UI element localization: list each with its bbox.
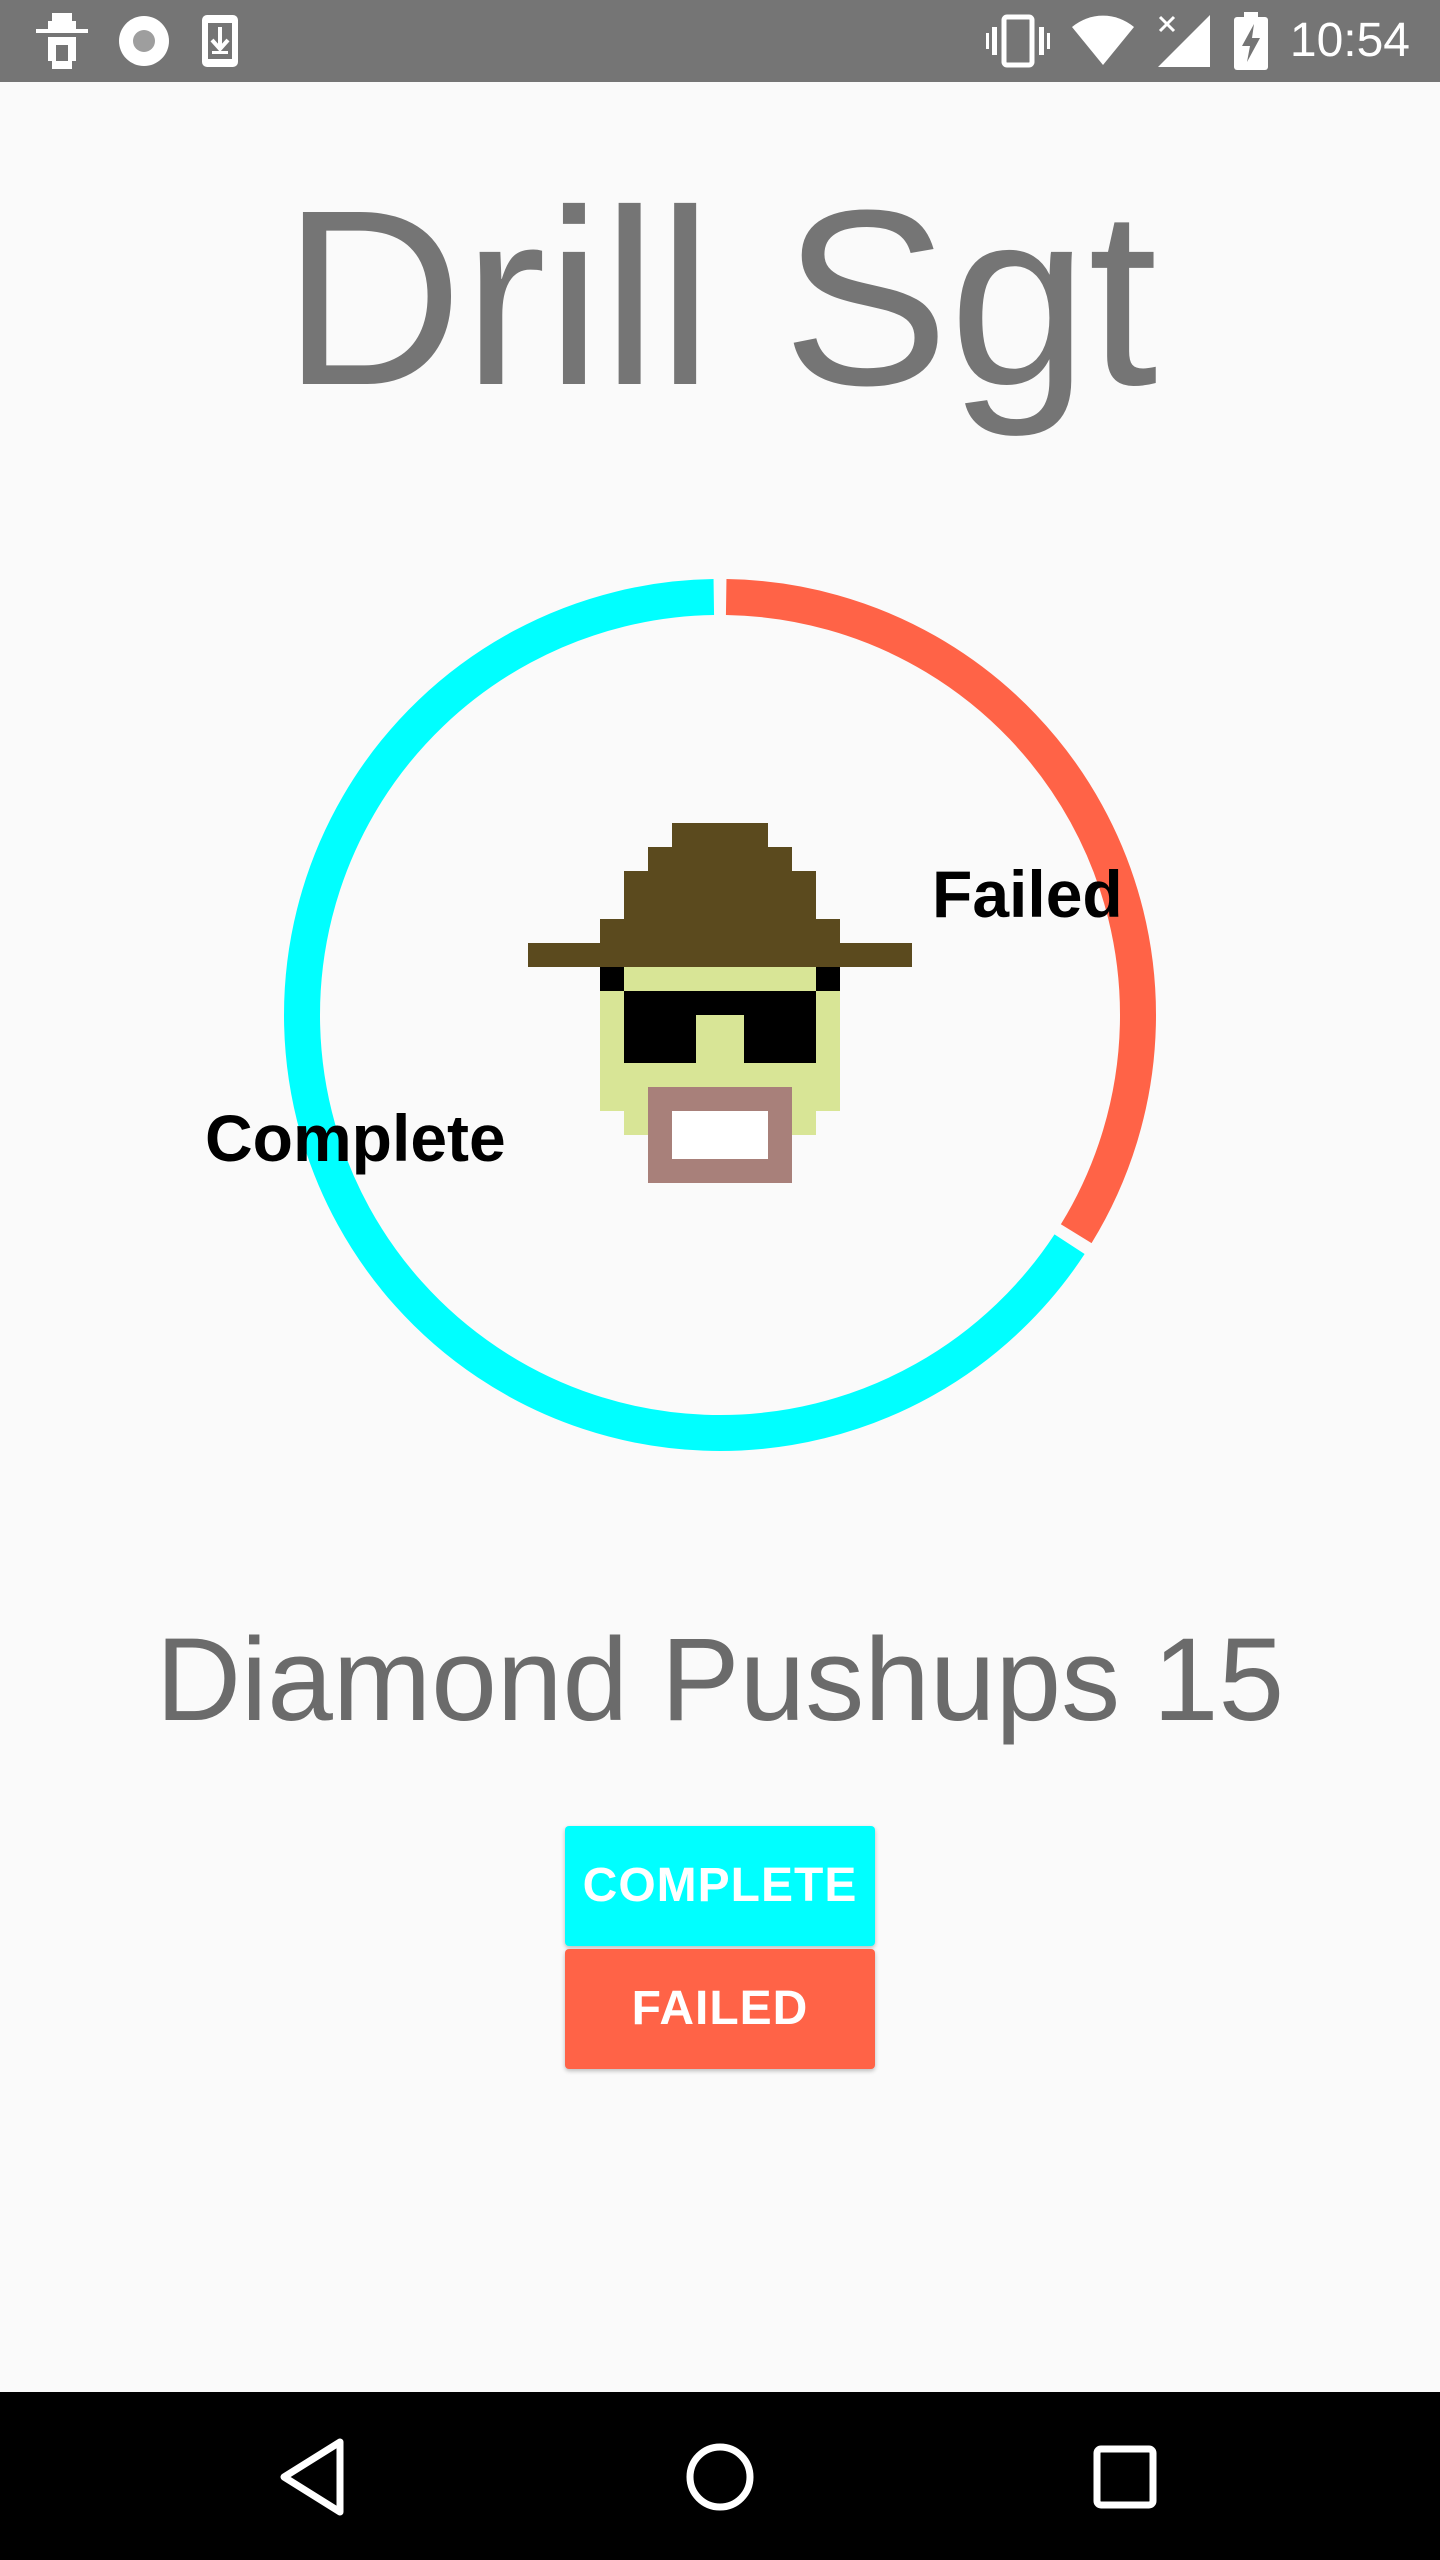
cell-signal-icon — [1157, 15, 1210, 67]
status-bar: 10:54 — [0, 0, 1440, 82]
clock: 10:54 — [1289, 14, 1410, 67]
drill-sgt-notification-icon — [36, 13, 88, 69]
home-icon[interactable] — [675, 2432, 765, 2522]
slice-label-failed: Failed — [932, 857, 1123, 931]
vibrate-icon — [985, 14, 1050, 68]
app-title: Drill Sgt — [282, 158, 1158, 437]
back-icon[interactable] — [272, 2432, 362, 2522]
drill-sergeant-pixel-face-icon — [528, 823, 912, 1183]
radio-record-icon — [119, 16, 169, 66]
slice-label-complete: Complete — [205, 1101, 506, 1175]
wifi-icon — [1071, 15, 1134, 65]
recents-icon[interactable] — [1080, 2432, 1170, 2522]
battery-charging-icon — [1233, 12, 1268, 70]
navigation-bar — [0, 2392, 1440, 2560]
download-icon — [202, 15, 238, 67]
complete-button[interactable]: COMPLETE — [565, 1826, 875, 1946]
exercise-label: Diamond Pushups 15 — [155, 1614, 1285, 1746]
failed-button[interactable]: FAILED — [565, 1949, 875, 2069]
